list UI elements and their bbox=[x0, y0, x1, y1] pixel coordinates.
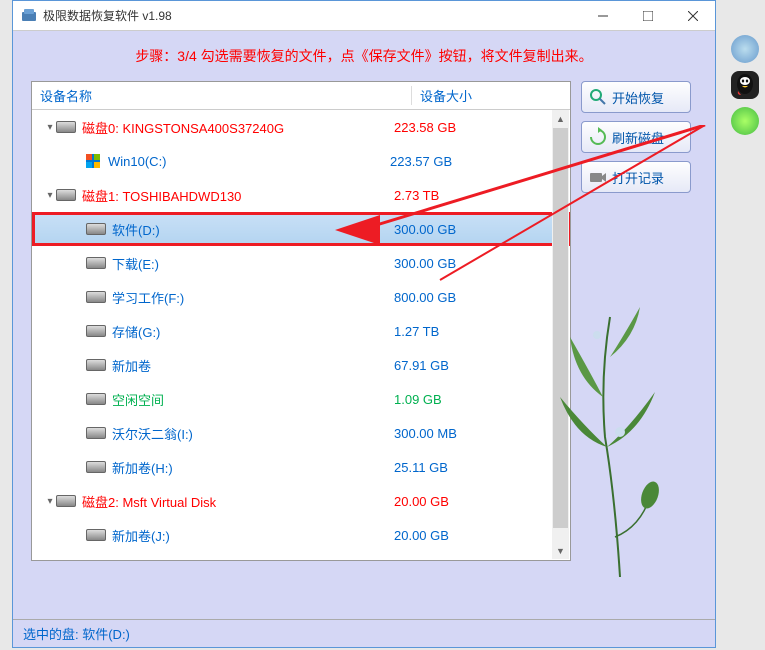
device-label: 新加卷(J:) bbox=[112, 526, 394, 545]
device-size: 1.09 GB bbox=[394, 392, 442, 407]
device-label: 存储(G:) bbox=[112, 322, 394, 341]
disk-icon bbox=[86, 223, 106, 235]
device-row[interactable]: 新加卷(J:)20.00 GB bbox=[32, 518, 570, 552]
start-recovery-button[interactable]: 开始恢复 bbox=[581, 81, 691, 113]
device-row[interactable]: ▾ 磁盘2: Msft Virtual Disk20.00 GB bbox=[32, 484, 570, 518]
tray-qq-icon[interactable] bbox=[731, 71, 759, 99]
device-size: 25.11 GB bbox=[394, 460, 448, 475]
disk-icon bbox=[86, 529, 106, 541]
refresh-disk-label: 刷新磁盘 bbox=[612, 128, 664, 147]
device-size: 223.57 GB bbox=[390, 154, 452, 169]
refresh-icon bbox=[588, 127, 608, 147]
expand-chevron-icon[interactable]: ▾ bbox=[32, 190, 50, 201]
window-title: 极限数据恢复软件 v1.98 bbox=[43, 7, 580, 24]
device-row[interactable]: ▾ 磁盘1: TOSHIBAHDWD1302.73 TB bbox=[32, 178, 570, 212]
device-size: 2.73 TB bbox=[394, 188, 439, 203]
windows-icon bbox=[86, 154, 100, 168]
device-size: 300.00 MB bbox=[394, 426, 457, 441]
device-label: 沃尔沃二翁(I:) bbox=[112, 424, 394, 443]
device-row[interactable]: 新加卷(H:)25.11 GB bbox=[32, 450, 570, 484]
system-tray bbox=[725, 30, 765, 135]
device-size: 20.00 GB bbox=[394, 528, 449, 543]
expand-chevron-icon[interactable]: ▾ bbox=[32, 122, 50, 133]
refresh-disk-button[interactable]: 刷新磁盘 bbox=[581, 121, 691, 153]
disk-icon bbox=[86, 359, 106, 371]
device-row[interactable]: 存储(G:)1.27 TB bbox=[32, 314, 570, 348]
disk-icon bbox=[56, 121, 76, 133]
instruction-text: 步骤：3/4 勾选需要恢复的文件，点《保存文件》按钮，将文件复制出来。 bbox=[13, 31, 715, 81]
device-label: 学习工作(F:) bbox=[112, 288, 394, 307]
magnifier-icon bbox=[588, 87, 608, 107]
device-rows-container: ▾ 磁盘0: KINGSTONSA400S37240G223.58 GB Win10… bbox=[32, 110, 570, 561]
disk-icon bbox=[86, 393, 106, 405]
device-row[interactable]: 沃尔沃二翁(I:)300.00 MB bbox=[32, 416, 570, 450]
device-list-panel: 设备名称 设备大小 ▾磁盘0: KINGSTONSA400S37240G223.… bbox=[31, 81, 571, 561]
scrollbar-thumb[interactable] bbox=[553, 128, 568, 528]
device-label: 新加卷 bbox=[112, 356, 394, 375]
device-row[interactable]: 新加卷67.91 GB bbox=[32, 348, 570, 382]
device-label: 下载(E:) bbox=[112, 254, 394, 273]
device-size: 800.00 GB bbox=[394, 290, 456, 305]
device-row[interactable]: Win10(C:)223.57 GB bbox=[32, 144, 570, 178]
device-size: 300.00 GB bbox=[394, 256, 456, 271]
device-size: 223.58 GB bbox=[394, 120, 456, 135]
main-window: 极限数据恢复软件 v1.98 步骤：3/4 勾选需要恢复的文件，点《保存文件》按… bbox=[12, 0, 716, 648]
open-log-button[interactable]: 打开记录 bbox=[581, 161, 691, 193]
device-row[interactable]: ▾ 磁盘0: KINGSTONSA400S37240G223.58 GB bbox=[32, 110, 570, 144]
disk-icon bbox=[86, 461, 106, 473]
device-size: 1.27 TB bbox=[394, 324, 439, 339]
start-recovery-label: 开始恢复 bbox=[612, 88, 664, 107]
close-button[interactable] bbox=[670, 1, 715, 31]
device-row[interactable]: 学习工作(F:)800.00 GB bbox=[32, 280, 570, 314]
column-header-name[interactable]: 设备名称 bbox=[32, 86, 412, 105]
titlebar: 极限数据恢复软件 v1.98 bbox=[13, 1, 715, 31]
device-label: 新加卷(H:) bbox=[112, 458, 394, 477]
disk-icon bbox=[86, 257, 106, 269]
device-size: 300.00 GB bbox=[394, 222, 456, 237]
status-bar: 选中的盘: 软件(D:) bbox=[13, 619, 715, 647]
device-row[interactable]: 软件(D:)300.00 GB bbox=[32, 212, 570, 246]
tray-green-icon[interactable] bbox=[731, 107, 759, 135]
camera-icon bbox=[588, 167, 608, 187]
device-label: Win10(C:) bbox=[108, 154, 390, 169]
status-text: 选中的盘: 软件(D:) bbox=[23, 627, 130, 642]
device-label: 磁盘2: Msft Virtual Disk bbox=[82, 492, 394, 511]
column-header-size[interactable]: 设备大小 bbox=[412, 86, 472, 105]
device-label: 磁盘1: TOSHIBAHDWD130 bbox=[82, 186, 394, 205]
maximize-button[interactable] bbox=[625, 1, 670, 31]
open-log-label: 打开记录 bbox=[612, 168, 664, 187]
disk-icon bbox=[86, 325, 106, 337]
device-row[interactable]: 下载(E:)300.00 GB bbox=[32, 246, 570, 280]
scroll-down-arrow[interactable]: ▼ bbox=[552, 542, 569, 559]
scroll-up-arrow[interactable]: ▲ bbox=[552, 110, 569, 127]
device-row[interactable]: 空闲空间1.09 GB bbox=[32, 382, 570, 416]
device-size: 67.91 GB bbox=[394, 358, 449, 373]
disk-icon bbox=[56, 189, 76, 201]
disk-icon bbox=[56, 495, 76, 507]
device-list-header: 设备名称 设备大小 bbox=[32, 82, 570, 110]
device-label: 磁盘0: KINGSTONSA400S37240G bbox=[82, 118, 394, 137]
device-label: 磁盘3: Msft Virtual Disk bbox=[82, 560, 394, 562]
disk-icon bbox=[86, 291, 106, 303]
expand-chevron-icon[interactable]: ▾ bbox=[32, 496, 50, 507]
app-icon bbox=[21, 8, 37, 24]
device-row[interactable]: ▾磁盘3: Msft Virtual Disk10.00 TB bbox=[32, 552, 570, 561]
disk-icon bbox=[86, 427, 106, 439]
vertical-scrollbar[interactable]: ▲ ▼ bbox=[552, 110, 569, 559]
device-label: 软件(D:) bbox=[112, 220, 394, 239]
minimize-button[interactable] bbox=[580, 1, 625, 31]
device-size: 20.00 GB bbox=[394, 494, 449, 509]
tray-globe-icon[interactable] bbox=[731, 35, 759, 63]
device-label: 空闲空间 bbox=[112, 390, 394, 409]
action-buttons-panel: 开始恢复 刷新磁盘 打开记录 bbox=[581, 81, 691, 561]
